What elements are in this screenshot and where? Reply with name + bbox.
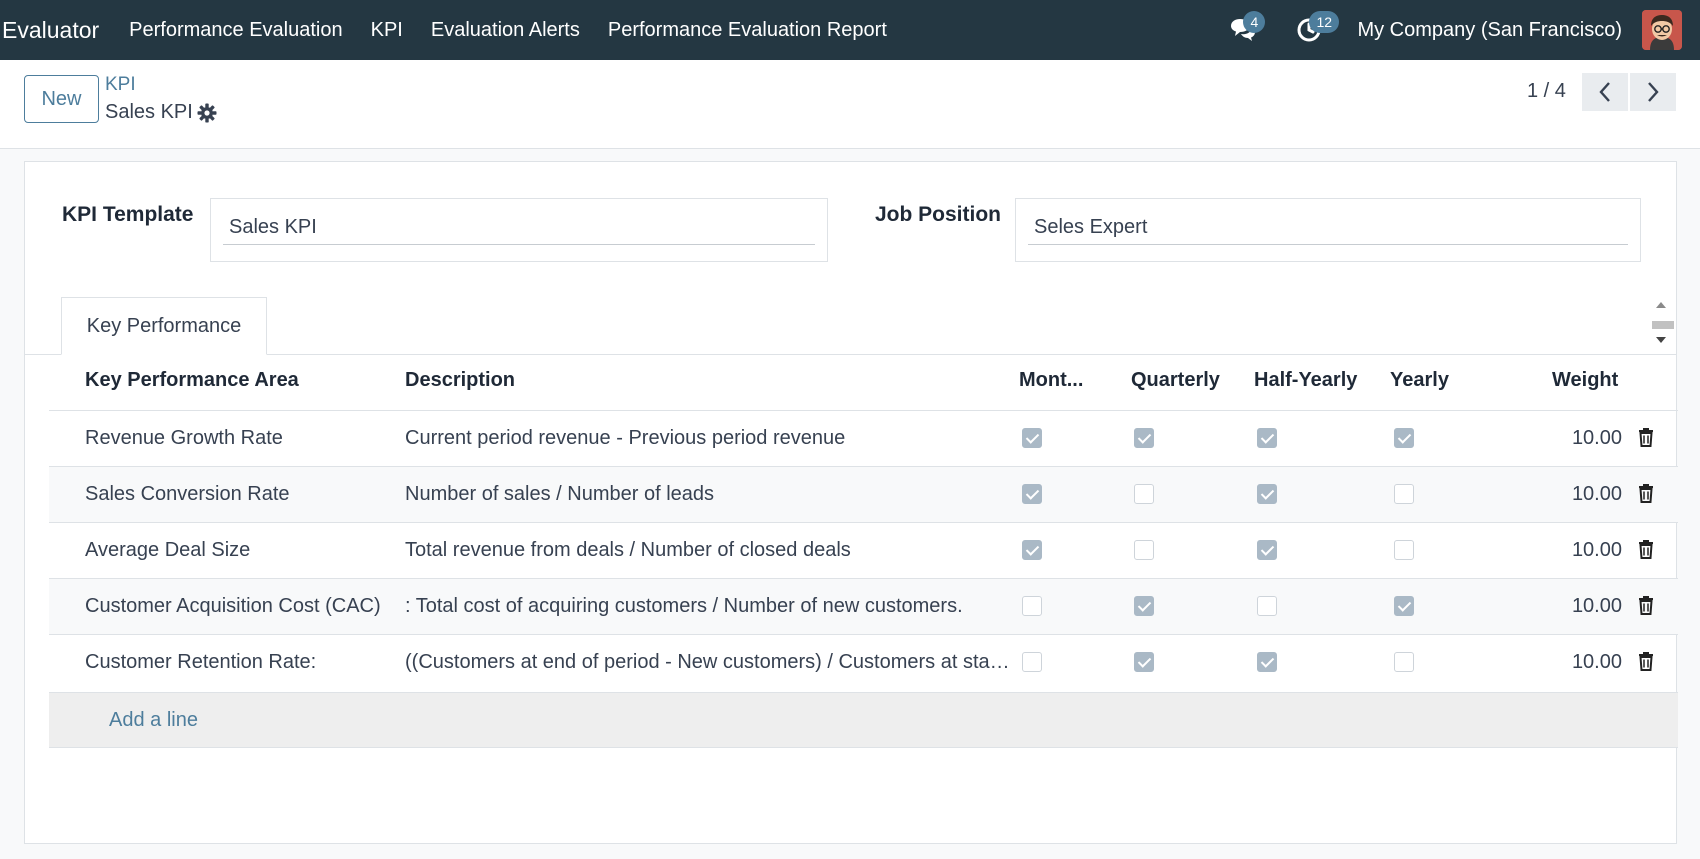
breadcrumb-kpi[interactable]: KPI [105, 74, 136, 96]
table-row[interactable]: Revenue Growth Rate Current period reven… [49, 410, 1678, 466]
job-position-label: Job Position [875, 203, 1001, 226]
activities-button[interactable]: 12 [1291, 11, 1340, 48]
half-yearly-checkbox[interactable] [1257, 484, 1277, 504]
row-weight[interactable]: 10.00 [1572, 595, 1622, 618]
yearly-checkbox[interactable] [1394, 596, 1414, 616]
half-yearly-checkbox[interactable] [1257, 428, 1277, 448]
control-panel: New KPI Sales KPI 1 / 4 [0, 60, 1700, 149]
new-button[interactable]: New [24, 75, 99, 123]
column-header-weight[interactable]: Weight [1552, 369, 1618, 392]
menu-performance-evaluation[interactable]: Performance Evaluation [129, 19, 342, 42]
yearly-checkbox[interactable] [1394, 428, 1414, 448]
row-area[interactable]: Customer Retention Rate: [85, 651, 375, 674]
row-area[interactable]: Sales Conversion Rate [85, 483, 375, 506]
quarterly-checkbox[interactable] [1134, 484, 1154, 504]
add-line-row: Add a line [49, 692, 1678, 748]
monthly-checkbox[interactable] [1022, 484, 1042, 504]
gear-icon[interactable] [197, 103, 217, 123]
scrollbar-thumb[interactable] [1652, 321, 1674, 329]
pager-previous-button[interactable] [1582, 73, 1628, 111]
row-area[interactable]: Revenue Growth Rate [85, 427, 375, 450]
row-weight[interactable]: 10.00 [1572, 651, 1622, 674]
column-header-description[interactable]: Description [405, 369, 515, 392]
table-row[interactable]: Customer Acquisition Cost (CAC) : Total … [49, 578, 1678, 634]
form-sheet: KPI Template Job Position Key Performanc… [24, 161, 1678, 844]
tab-key-performance[interactable]: Key Performance [61, 297, 267, 355]
yearly-checkbox[interactable] [1394, 652, 1414, 672]
column-header-area[interactable]: Key Performance Area [85, 369, 299, 392]
yearly-checkbox[interactable] [1394, 540, 1414, 560]
column-header-half-yearly[interactable]: Half-Yearly [1254, 369, 1357, 392]
messages-count-badge: 4 [1243, 11, 1266, 33]
activities-count-badge: 12 [1309, 11, 1340, 33]
row-description[interactable]: Number of sales / Number of leads [405, 483, 1010, 506]
table-row[interactable]: Sales Conversion Rate Number of sales / … [49, 466, 1678, 522]
scroll-up-arrow-icon[interactable] [1654, 300, 1668, 310]
column-header-yearly[interactable]: Yearly [1390, 369, 1449, 392]
column-header-quarterly[interactable]: Quarterly [1131, 369, 1220, 392]
monthly-checkbox[interactable] [1022, 652, 1042, 672]
tab-divider [25, 354, 1676, 355]
user-avatar[interactable] [1642, 10, 1682, 50]
menu-performance-evaluation-report[interactable]: Performance Evaluation Report [608, 19, 887, 42]
row-description[interactable]: : Total cost of acquiring customers / Nu… [405, 595, 1010, 618]
company-switcher[interactable]: My Company (San Francisco) [1357, 19, 1622, 42]
monthly-checkbox[interactable] [1022, 596, 1042, 616]
messages-button[interactable]: 4 [1225, 11, 1266, 48]
quarterly-checkbox[interactable] [1134, 652, 1154, 672]
app-name[interactable]: Evaluator [0, 17, 99, 44]
quarterly-checkbox[interactable] [1134, 428, 1154, 448]
row-weight[interactable]: 10.00 [1572, 483, 1622, 506]
monthly-checkbox[interactable] [1022, 540, 1042, 560]
kpi-template-input[interactable] [223, 211, 815, 245]
pager-value[interactable]: 1 / 4 [1527, 80, 1566, 103]
trash-icon[interactable] [1638, 483, 1654, 503]
user-avatar-icon [1642, 10, 1682, 50]
job-position-box [1015, 198, 1641, 262]
chevron-right-icon [1648, 82, 1659, 102]
yearly-checkbox[interactable] [1394, 484, 1414, 504]
quarterly-checkbox[interactable] [1134, 596, 1154, 616]
row-area[interactable]: Customer Acquisition Cost (CAC) [85, 595, 395, 618]
menu-kpi[interactable]: KPI [371, 19, 403, 42]
half-yearly-checkbox[interactable] [1257, 596, 1277, 616]
column-header-monthly[interactable]: Mont... [1019, 369, 1083, 392]
half-yearly-checkbox[interactable] [1257, 652, 1277, 672]
job-position-input[interactable] [1028, 211, 1628, 245]
quarterly-checkbox[interactable] [1134, 540, 1154, 560]
trash-icon[interactable] [1638, 427, 1654, 447]
top-navbar: Evaluator Performance Evaluation KPI Eva… [0, 0, 1700, 60]
kpi-template-label: KPI Template [62, 203, 194, 226]
trash-icon[interactable] [1638, 539, 1654, 559]
row-area[interactable]: Average Deal Size [85, 539, 375, 562]
half-yearly-checkbox[interactable] [1257, 540, 1277, 560]
row-weight[interactable]: 10.00 [1572, 427, 1622, 450]
row-description[interactable]: Total revenue from deals / Number of clo… [405, 539, 1010, 562]
trash-icon[interactable] [1638, 595, 1654, 615]
row-description[interactable]: Current period revenue - Previous period… [405, 427, 1010, 450]
chevron-left-icon [1599, 82, 1610, 102]
scroll-down-arrow-icon[interactable] [1654, 335, 1668, 345]
table-row[interactable]: Average Deal Size Total revenue from dea… [49, 522, 1678, 578]
monthly-checkbox[interactable] [1022, 428, 1042, 448]
row-description[interactable]: ((Customers at end of period - New custo… [405, 651, 1010, 674]
kpi-template-box [210, 198, 828, 262]
trash-icon[interactable] [1638, 651, 1654, 671]
menu-evaluation-alerts[interactable]: Evaluation Alerts [431, 19, 580, 42]
row-weight[interactable]: 10.00 [1572, 539, 1622, 562]
table-row[interactable]: Customer Retention Rate: ((Customers at … [49, 634, 1678, 690]
pager-next-button[interactable] [1630, 73, 1676, 111]
record-name: Sales KPI [105, 101, 193, 123]
add-line-link[interactable]: Add a line [109, 709, 198, 732]
